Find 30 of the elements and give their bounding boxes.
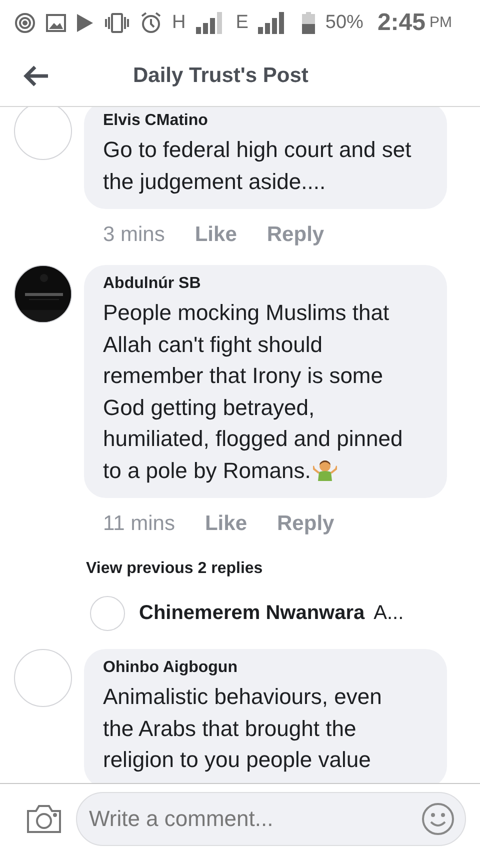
alarm-icon (140, 12, 162, 34)
image-icon (46, 14, 66, 32)
battery-percent: 50% (325, 12, 364, 34)
clock-time: 2:45 (377, 8, 426, 36)
comment-text: People mocking Muslims that Allah can't fight should remember that Irony is some God getting betrayed, humiliated, flogged and pinned to a pole by Romans. (103, 299, 404, 485)
comment-author[interactable]: Abdulnúr SB (103, 275, 417, 293)
comment-author[interactable]: Elvis CMatino (103, 112, 417, 130)
hotspot-icon (14, 12, 36, 34)
clock-meridiem: PM (430, 14, 452, 31)
comment-time: 3 mins (103, 223, 165, 247)
battery-icon (302, 12, 316, 34)
view-replies-link[interactable]: View previous 2 replies (0, 554, 480, 596)
play-icon (76, 12, 94, 32)
back-arrow-icon (23, 64, 49, 86)
comment-text: Animalistic behaviours, even the Arabs that brought the religion to you people value (103, 683, 383, 774)
reply-preview: A... (374, 602, 404, 625)
network-type: H (172, 12, 186, 34)
emoji-icon[interactable] (421, 802, 455, 836)
header-title: Daily Trust's Post (133, 64, 308, 88)
network-type: E (236, 12, 248, 34)
comment-time: 11 mins (103, 512, 175, 536)
comment-author[interactable]: Ohinbo Aigbogun (103, 659, 417, 677)
reply-author[interactable]: Chinemerem Nwanwara (139, 602, 365, 625)
comment-field[interactable]: Write a comment... (76, 792, 466, 846)
signal-icon (258, 12, 284, 34)
vibrate-icon (104, 12, 130, 32)
shrugging-person-icon (312, 458, 337, 480)
camera-icon[interactable] (26, 804, 62, 834)
comment-input[interactable]: Write a comment... (87, 805, 421, 833)
comment-text: Go to federal high court and set the judgement aside.... (103, 136, 412, 196)
